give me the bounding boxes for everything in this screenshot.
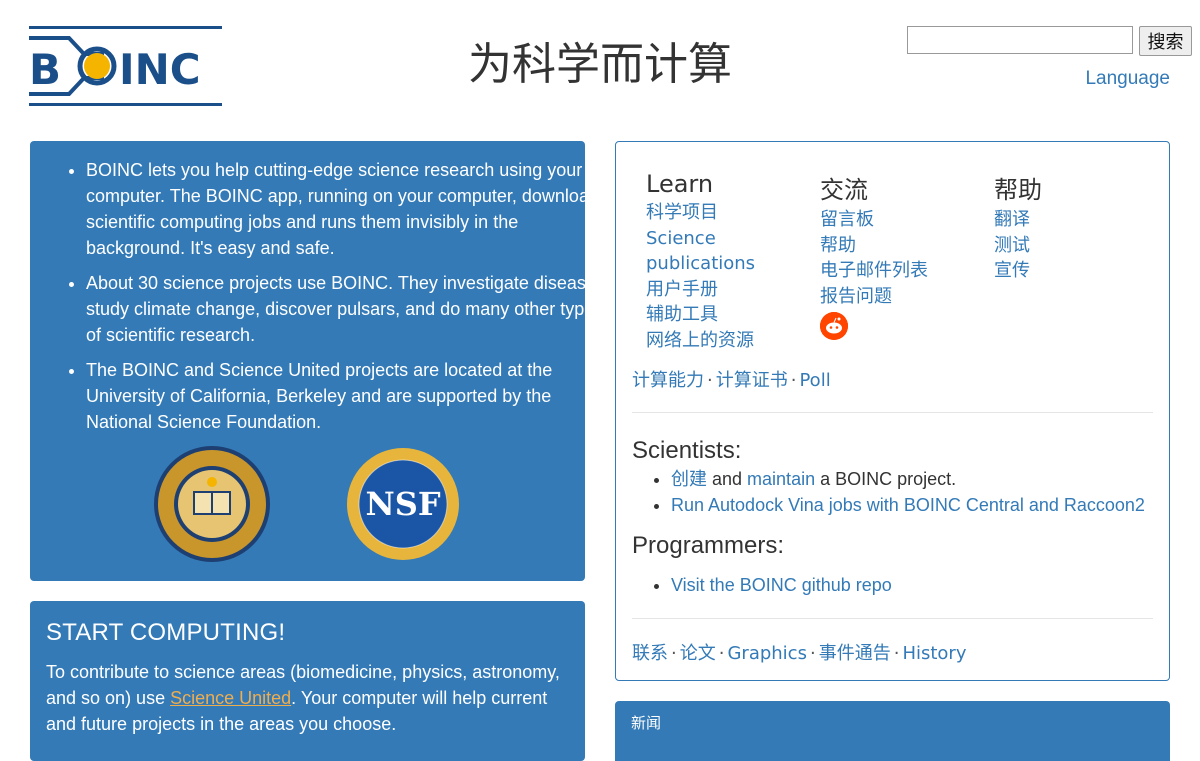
science-united-link[interactable]: Science United: [170, 688, 291, 708]
link-publicize[interactable]: 宣传: [994, 258, 1164, 284]
link-report-problems[interactable]: 报告问题: [820, 284, 990, 310]
link-graphics[interactable]: Graphics: [727, 643, 807, 664]
link-maintain[interactable]: maintain: [747, 469, 815, 489]
link-email-lists[interactable]: 电子邮件列表: [820, 258, 990, 284]
link-help[interactable]: 帮助: [820, 233, 990, 259]
scientists-item: Run Autodock Vina jobs with BOINC Centra…: [671, 492, 1145, 518]
link-history[interactable]: History: [902, 643, 966, 664]
svg-text:INC: INC: [119, 45, 201, 94]
link-translate[interactable]: 翻译: [994, 207, 1164, 233]
start-text: To contribute to science areas (biomedic…: [46, 659, 569, 737]
search-input[interactable]: [907, 26, 1133, 54]
divider: [632, 618, 1153, 619]
scientists-list: 创建 and maintain a BOINC project. Run Aut…: [632, 466, 1145, 518]
news-panel: 新闻: [615, 701, 1170, 761]
intro-list: BOINC lets you help cutting-edge science…: [30, 157, 631, 444]
link-autodock-vina[interactable]: Run Autodock Vina jobs with BOINC Centra…: [671, 495, 1145, 515]
project-text: a BOINC project.: [815, 469, 957, 489]
link-web-resources[interactable]: 网络上的资源: [646, 328, 816, 354]
link-certificates[interactable]: 计算证书: [716, 370, 788, 391]
link-addons[interactable]: 辅助工具: [646, 302, 816, 328]
link-science-projects[interactable]: 科学项目: [646, 200, 816, 226]
divider: [632, 412, 1153, 413]
link-events[interactable]: 事件通告: [819, 643, 891, 664]
link-papers[interactable]: 论文: [680, 643, 716, 664]
uc-berkeley-seal[interactable]: [152, 444, 272, 564]
link-contact[interactable]: 联系: [632, 643, 668, 664]
link-create[interactable]: 创建: [671, 469, 707, 489]
help-heading: 帮助: [994, 176, 1042, 204]
link-github-repo[interactable]: Visit the BOINC github repo: [671, 575, 892, 595]
community-heading: 交流: [820, 176, 868, 204]
programmers-item: Visit the BOINC github repo: [671, 572, 892, 598]
intro-bullet: About 30 science projects use BOINC. The…: [86, 270, 631, 348]
community-column: 交流 留言板 帮助 电子邮件列表 报告问题: [820, 170, 990, 340]
links-panel: Learn 科学项目 Science publications 用户手册 辅助工…: [615, 141, 1170, 681]
nsf-logo[interactable]: NSF: [344, 445, 462, 563]
programmers-heading: Programmers:: [632, 532, 785, 559]
link-poll[interactable]: Poll: [799, 370, 830, 391]
link-user-manual[interactable]: 用户手册: [646, 277, 816, 303]
intro-bullet: The BOINC and Science United projects ar…: [86, 357, 631, 435]
scientists-heading: Scientists:: [632, 437, 742, 464]
intro-panel: BOINC lets you help cutting-edge science…: [30, 141, 610, 581]
learn-column: Learn 科学项目 Science publications 用户手册 辅助工…: [646, 170, 816, 353]
link-computing-power[interactable]: 计算能力: [632, 370, 704, 391]
start-heading: START COMPUTING!: [46, 619, 286, 646]
stats-links-row: 计算能力 · 计算证书 · Poll: [632, 370, 831, 391]
search-button[interactable]: 搜索: [1139, 26, 1192, 56]
link-message-boards[interactable]: 留言板: [820, 207, 990, 233]
learn-heading: Learn: [646, 170, 714, 198]
intro-bullet: BOINC lets you help cutting-edge science…: [86, 157, 631, 261]
boinc-logo[interactable]: B INC: [29, 26, 222, 106]
nsf-text: NSF: [365, 485, 440, 523]
start-computing-panel: START COMPUTING! To contribute to scienc…: [30, 601, 585, 761]
help-column: 帮助 翻译 测试 宣传: [994, 170, 1164, 284]
svg-text:B: B: [29, 45, 61, 94]
scientists-item: 创建 and maintain a BOINC project.: [671, 466, 1145, 492]
link-test[interactable]: 测试: [994, 233, 1164, 259]
link-science[interactable]: Science: [646, 226, 816, 252]
programmers-list: Visit the BOINC github repo: [632, 572, 892, 598]
language-link[interactable]: Language: [1085, 68, 1170, 90]
news-title: 新闻: [631, 714, 662, 732]
reddit-icon[interactable]: [820, 312, 848, 340]
and-text: and: [707, 469, 748, 489]
link-publications[interactable]: publications: [646, 251, 816, 277]
footer-links-row: 联系 · 论文 · Graphics · 事件通告 · History: [632, 643, 967, 664]
